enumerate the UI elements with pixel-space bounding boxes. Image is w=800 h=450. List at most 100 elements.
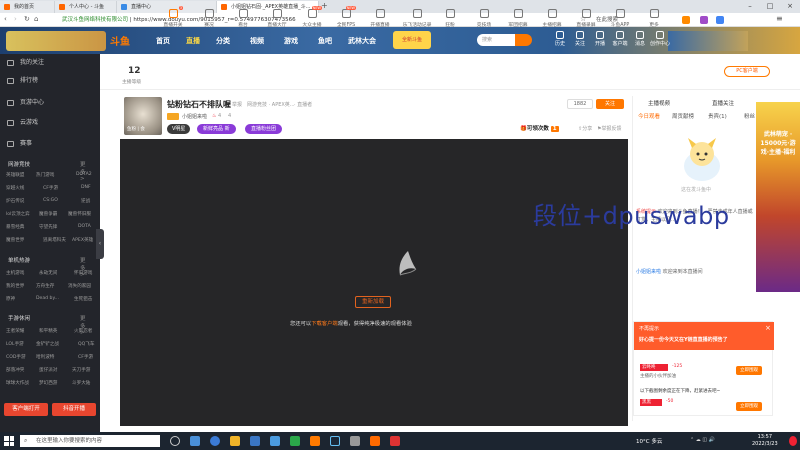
back-icon[interactable]: ‹ xyxy=(4,15,7,23)
gift-claim[interactable]: 🎁可领次数 1 xyxy=(520,124,559,132)
cat-fps[interactable]: NEW 全民FPS xyxy=(333,6,359,28)
sidebar-game-link[interactable]: 方舟生存 xyxy=(36,283,54,289)
sidebar-game-link[interactable]: 斗罗大陆 xyxy=(72,380,90,386)
open-client-button[interactable]: 客户端打开 xyxy=(4,403,48,416)
weather-text[interactable]: 10°C 多云 xyxy=(636,437,662,445)
tab-weekly-rank[interactable]: 周贡献榜 xyxy=(672,112,694,120)
tab-vip[interactable]: 贵宾(1) xyxy=(708,112,727,120)
cat-start-broadcast[interactable]: 开播直播 xyxy=(367,9,393,28)
sidebar-item-follow[interactable]: 我的关注 xyxy=(0,56,100,70)
sidebar-game-link[interactable]: 球球大作战 xyxy=(6,380,29,386)
sidebar-game-link[interactable]: LOL手游 xyxy=(6,341,24,347)
tab-profile[interactable]: 个人中心 - 斗鱼 xyxy=(55,1,117,13)
sidebar-game-link[interactable]: Dead by... xyxy=(36,296,59,301)
app-icon[interactable] xyxy=(290,436,300,446)
welcome-user[interactable]: 小姐姐来啦 xyxy=(636,269,661,275)
sidebar-game-link[interactable]: QQ飞车 xyxy=(78,341,94,347)
extension-icon[interactable] xyxy=(700,16,708,24)
sidebar-game-link[interactable]: 英雄联盟 xyxy=(6,172,24,178)
maximize-icon[interactable]: □ xyxy=(760,0,780,13)
share-link[interactable]: ⇪分享 xyxy=(578,125,592,132)
nav-category[interactable]: 分类 xyxy=(216,36,230,46)
cat-record[interactable]: 直播录屏 xyxy=(573,9,599,28)
nav-video[interactable]: 视频 xyxy=(250,36,264,46)
refresh-icon[interactable]: ↻ xyxy=(24,15,30,23)
cat-legion[interactable]: 军团招募 xyxy=(505,9,531,28)
cat-match[interactable]: 赛况 xyxy=(196,9,222,28)
cat-hall[interactable]: 直播大厅 xyxy=(264,9,290,28)
nav-games[interactable]: 游戏 xyxy=(284,36,298,46)
popup-watch-button[interactable]: 立即围观 xyxy=(736,402,762,411)
nav-fishbar[interactable]: 鱼吧 xyxy=(318,36,332,46)
sidebar-game-link[interactable]: 火影忍者 xyxy=(74,328,92,334)
pc-client-button[interactable]: PC客户端 xyxy=(724,66,770,77)
sidebar-item-rank[interactable]: 排行榜 xyxy=(0,74,100,88)
side-promo-banner[interactable]: 武林萌宠 · 15000元·游戏·主播·福利 xyxy=(756,102,800,292)
sidebar-game-link[interactable]: 守望先锋 xyxy=(39,224,57,230)
sidebar-game-link[interactable]: 永劫无间 xyxy=(39,270,57,276)
sidebar-game-link[interactable]: CS:GO xyxy=(43,198,58,203)
broadcast-icon[interactable]: 开播 xyxy=(590,31,610,47)
extension-icon[interactable] xyxy=(682,16,690,24)
cat-arena[interactable]: 竞技场 xyxy=(471,9,497,28)
sidebar-game-link[interactable]: 哈利波特 xyxy=(36,354,54,360)
popup-watch-button[interactable]: 立即围观 xyxy=(736,366,762,375)
tab-home[interactable]: 我的首页 xyxy=(0,1,55,13)
sidebar-game-link[interactable]: 炉石传说 xyxy=(6,198,24,204)
sidebar-game-link[interactable]: 暴雪经典 xyxy=(6,224,24,230)
task-view-icon[interactable] xyxy=(170,436,180,446)
steam-icon[interactable] xyxy=(330,436,340,446)
report-feedback-link[interactable]: ⚑举报反馈 xyxy=(597,125,622,132)
douyin-broadcast-button[interactable]: 抖音开播 xyxy=(52,403,96,416)
cat-activity-log[interactable]: 乐飞活动记录 xyxy=(401,9,433,28)
sidebar-game-link[interactable]: CF手游 xyxy=(78,354,93,360)
app-icon[interactable] xyxy=(390,436,400,446)
panel-tab-anchor-video[interactable]: 主播视频 xyxy=(648,99,670,107)
douyu-taskbar-icon[interactable] xyxy=(370,436,380,446)
sidebar-game-link[interactable]: 生死狙击 xyxy=(74,296,92,302)
follow-button[interactable]: 关注 xyxy=(596,99,624,109)
search-icon[interactable] xyxy=(515,34,532,46)
sidebar-game-link[interactable]: 王者荣耀 xyxy=(6,328,24,334)
sidebar-game-link[interactable]: 天刀手游 xyxy=(72,367,90,373)
widget-icon[interactable] xyxy=(190,436,200,446)
sidebar-game-link[interactable]: 穿越火线 xyxy=(6,185,24,191)
cat-app[interactable]: 斗鱼APP xyxy=(607,9,633,28)
avatar[interactable]: 鱼粉 | 会 xyxy=(124,97,162,135)
history-icon[interactable]: 历史 xyxy=(550,31,570,47)
store-icon[interactable] xyxy=(250,436,260,446)
sidebar-game-link[interactable]: 梦幻西游 xyxy=(39,380,57,386)
sidebar-game-link[interactable]: 魔兽争霸 xyxy=(39,211,57,217)
sidebar-game-link[interactable]: APEX英雄 xyxy=(72,237,93,243)
app-icon[interactable] xyxy=(350,436,360,446)
cat-stand[interactable]: 看台 xyxy=(230,9,256,28)
cat-live-toggle[interactable]: 3 直播开关 xyxy=(160,6,186,28)
forward-icon[interactable]: › xyxy=(14,15,17,23)
close-icon[interactable]: × xyxy=(780,0,800,13)
sidebar-game-link[interactable]: 逆战 xyxy=(81,198,90,204)
fresh-goods-button[interactable]: 新鲜亮品 新 xyxy=(197,124,236,134)
nav-home[interactable]: 首页 xyxy=(156,36,170,46)
sidebar-game-link[interactable]: 原神 xyxy=(6,296,15,302)
popup-user-tag[interactable]: 黑黑 xyxy=(640,399,662,406)
sidebar-item-esports[interactable]: 赛事 xyxy=(0,137,100,151)
cat-fans[interactable]: 狂粉 xyxy=(437,9,463,28)
follow-icon[interactable]: 关注 xyxy=(570,31,590,47)
sidebar-game-link[interactable]: DOTA2 xyxy=(76,172,92,177)
sidebar-game-link[interactable]: DOTA xyxy=(78,224,91,229)
windows-start-icon[interactable] xyxy=(4,436,14,446)
message-icon[interactable]: 消息 xyxy=(630,31,650,47)
sidebar-game-link[interactable]: 主机游戏 xyxy=(6,270,24,276)
cat-more[interactable]: 更多 xyxy=(641,9,667,28)
client-icon[interactable]: 客户端 xyxy=(610,31,630,47)
sidebar-game-link[interactable]: 和平精英 xyxy=(39,328,57,334)
tray-icons[interactable]: ⌃ ☁ ◫ 🔊 xyxy=(690,437,715,443)
popup-close-icon[interactable]: × xyxy=(765,324,771,332)
taskbar-clock[interactable]: 13:57 2022/3/23 xyxy=(752,434,778,448)
sidebar-collapse-handle[interactable]: ‹ xyxy=(96,229,104,259)
sidebar-game-link[interactable]: lol云顶之弈 xyxy=(6,211,30,217)
download-client-link[interactable]: 下载客户端 xyxy=(311,321,338,327)
creator-icon[interactable]: 创作中心 xyxy=(650,31,670,47)
sidebar-game-link[interactable]: 蛋仔派对 xyxy=(39,367,57,373)
streamer-name[interactable]: 小姐姐来啦 xyxy=(182,113,207,120)
